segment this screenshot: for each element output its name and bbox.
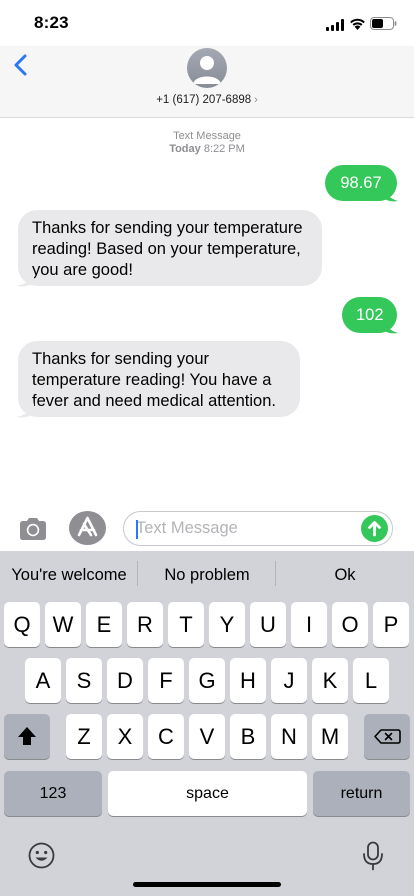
key-a[interactable]: A: [25, 658, 61, 703]
contact-avatar[interactable]: [187, 48, 227, 88]
message-input[interactable]: [136, 512, 356, 545]
thread-timestamp: Text Message Today 8:22 PM: [0, 130, 414, 156]
contact-number: +1 (617) 207-6898: [156, 94, 252, 106]
key-u[interactable]: U: [250, 602, 286, 647]
back-chevron-icon[interactable]: [8, 50, 36, 80]
key-g[interactable]: G: [189, 658, 225, 703]
emoji-icon[interactable]: [28, 842, 55, 869]
key-j[interactable]: J: [271, 658, 307, 703]
key-y[interactable]: Y: [209, 602, 245, 647]
key-e[interactable]: E: [86, 602, 122, 647]
key-p[interactable]: P: [373, 602, 409, 647]
status-time: 8:23: [34, 13, 69, 32]
space-key[interactable]: space: [108, 771, 307, 816]
battery-icon: [370, 17, 397, 30]
prediction-item[interactable]: No problem: [138, 551, 276, 596]
key-m[interactable]: M: [312, 714, 348, 759]
conversation-header: +1 (617) 207-6898 ›: [0, 46, 414, 118]
key-f[interactable]: F: [148, 658, 184, 703]
microphone-icon[interactable]: [362, 841, 384, 871]
key-d[interactable]: D: [107, 658, 143, 703]
key-s[interactable]: S: [66, 658, 102, 703]
send-button[interactable]: [361, 515, 388, 542]
chevron-right-icon: ›: [254, 94, 258, 106]
key-t[interactable]: T: [168, 602, 204, 647]
shift-icon: [18, 727, 36, 745]
backspace-icon: [374, 729, 401, 744]
message-text: 98.67: [340, 174, 382, 192]
numbers-key[interactable]: 123: [4, 771, 102, 816]
home-indicator[interactable]: [133, 882, 281, 887]
contact-name[interactable]: +1 (617) 207-6898 ›: [0, 94, 414, 106]
app-store-icon: [77, 516, 98, 537]
wifi-icon: [350, 18, 365, 30]
bubble-tail: [384, 184, 398, 202]
person-icon: [193, 56, 221, 84]
message-input-field[interactable]: [123, 511, 393, 546]
camera-icon[interactable]: [17, 514, 49, 544]
date-label: Today: [169, 143, 201, 155]
message-text: Thanks for sending your temperature read…: [32, 350, 276, 410]
message-bubble-incoming[interactable]: Thanks for sending your temperature read…: [18, 341, 300, 417]
text-cursor: [136, 520, 138, 539]
service-label: Text Message: [173, 130, 241, 142]
bubble-tail: [384, 316, 398, 334]
key-r[interactable]: R: [127, 602, 163, 647]
key-b[interactable]: B: [230, 714, 266, 759]
key-k[interactable]: K: [312, 658, 348, 703]
key-q[interactable]: Q: [4, 602, 40, 647]
status-bar: 8:23: [0, 0, 414, 46]
prediction-item[interactable]: You're welcome: [0, 551, 138, 596]
key-w[interactable]: W: [45, 602, 81, 647]
predictive-text-bar: You're welcome No problem Ok: [0, 551, 414, 596]
app-store-button[interactable]: [69, 511, 106, 545]
key-z[interactable]: Z: [66, 714, 102, 759]
key-h[interactable]: H: [230, 658, 266, 703]
key-o[interactable]: O: [332, 602, 368, 647]
return-key[interactable]: return: [313, 771, 410, 816]
key-v[interactable]: V: [189, 714, 225, 759]
message-text: 102: [356, 306, 384, 324]
keyboard: You're welcome No problem Ok Q W E R T Y…: [0, 551, 414, 896]
key-l[interactable]: L: [353, 658, 389, 703]
key-n[interactable]: N: [271, 714, 307, 759]
prediction-item[interactable]: Ok: [276, 551, 414, 596]
delete-key[interactable]: [364, 714, 410, 759]
bubble-tail: [16, 400, 34, 418]
key-i[interactable]: I: [291, 602, 327, 647]
time-label: 8:22 PM: [203, 143, 245, 155]
message-text: Thanks for sending your temperature read…: [32, 219, 303, 279]
bubble-tail: [16, 269, 34, 287]
shift-key[interactable]: [4, 714, 50, 759]
cellular-signal-icon: [326, 19, 345, 31]
key-c[interactable]: C: [148, 714, 184, 759]
message-bubble-incoming[interactable]: Thanks for sending your temperature read…: [18, 210, 322, 286]
key-x[interactable]: X: [107, 714, 143, 759]
arrow-up-icon: [368, 521, 381, 537]
